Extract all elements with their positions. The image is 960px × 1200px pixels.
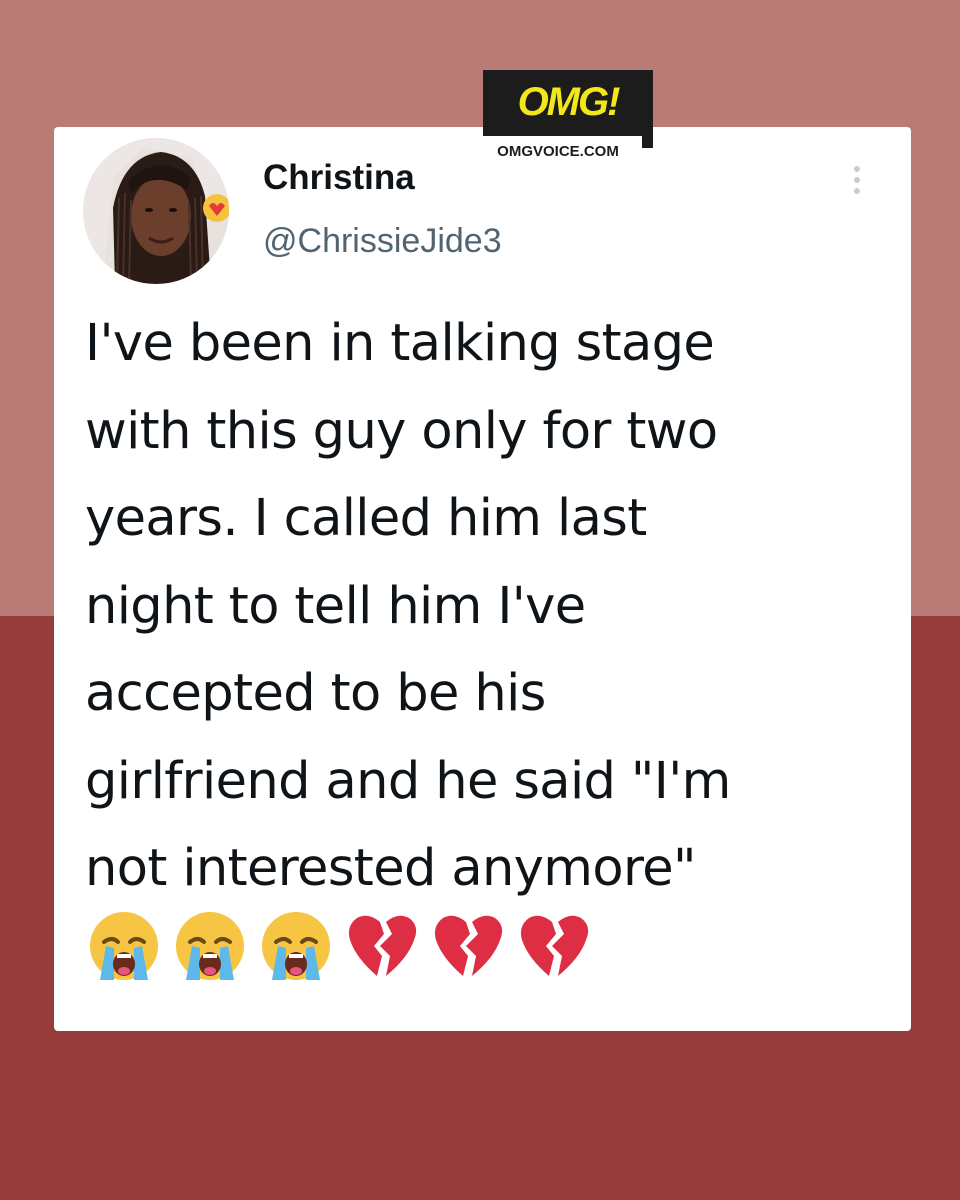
more-vertical-icon [854,166,860,172]
author-display-name[interactable]: Christina [263,158,415,198]
avatar[interactable] [83,138,229,284]
tweet-text-line: years. I called him last [85,489,647,548]
broken-heart-icon [348,915,417,976]
logo-tab [642,136,653,148]
broken-heart-icon [434,915,503,976]
emoji-row [86,908,592,984]
more-options-button[interactable] [842,160,872,200]
tweet-text-line: not interested anymore" [85,839,696,898]
loudly-crying-face-icon [262,912,330,980]
tweet-text-line: accepted to be his [85,664,546,723]
tweet-text-line: with this guy only for two [85,401,718,461]
tweet-text: I've been in talking stage with this guy… [85,300,885,913]
tweet-text-line: night to tell him I've [85,576,586,636]
site-url: OMGVOICE.COM [497,143,619,160]
logo-text: OMG! [517,80,621,124]
author-handle[interactable]: @ChrissieJide3 [263,222,502,261]
tweet-text-line: girlfriend and he said "I'm [85,751,731,811]
more-vertical-icon-dot [854,188,860,194]
loudly-crying-face-icon [176,912,244,980]
broken-heart-icon [520,915,589,976]
tweet-text-line: I've been in talking stage [85,314,715,373]
brand-logo: OMG! [483,70,653,136]
loudly-crying-face-icon [90,912,158,980]
more-vertical-icon-dot [854,177,860,183]
